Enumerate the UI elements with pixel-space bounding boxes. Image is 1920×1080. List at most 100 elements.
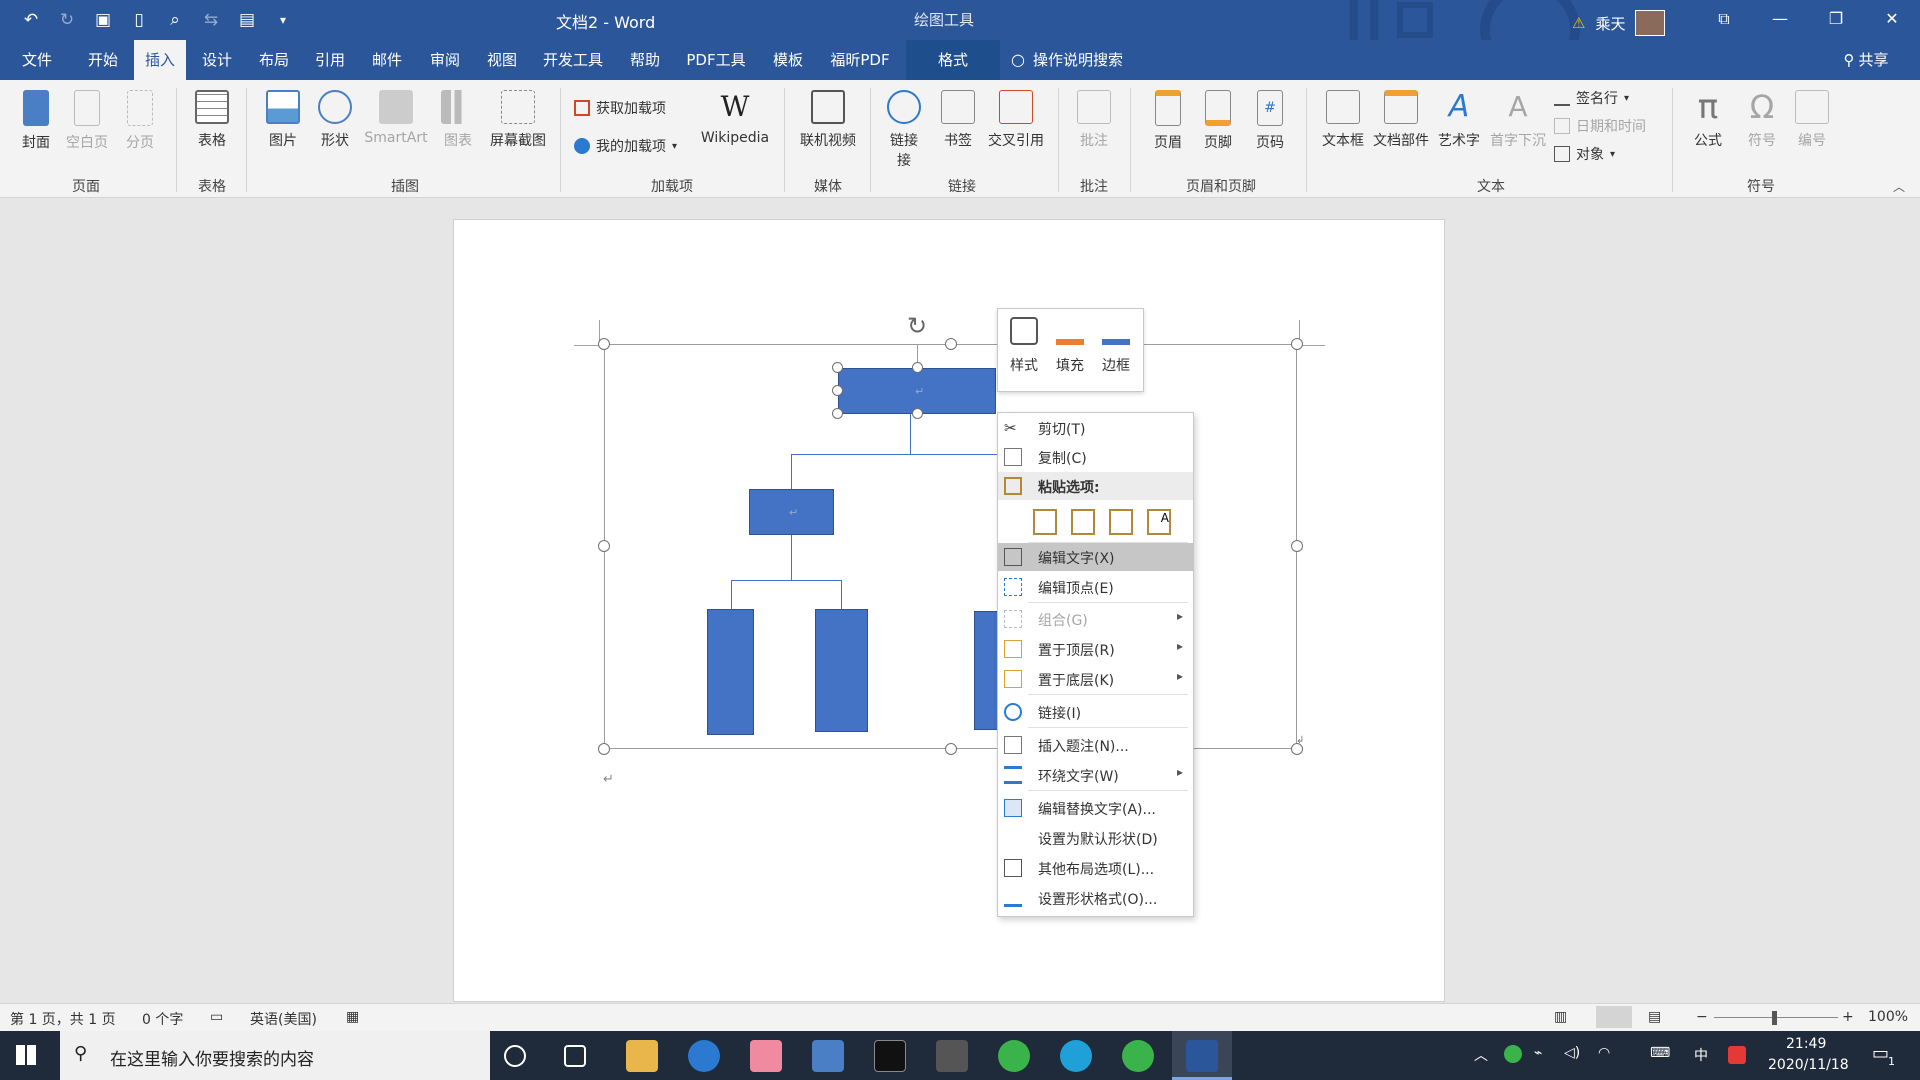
- restore-icon[interactable]: ❐: [1808, 0, 1864, 40]
- tab-references[interactable]: 引用: [306, 40, 354, 80]
- screenshot-button[interactable]: 屏幕截图: [484, 90, 552, 150]
- share-button[interactable]: ⚲ 共享: [1836, 40, 1896, 80]
- calculator-icon[interactable]: [936, 1040, 968, 1072]
- lightbulb-app-icon[interactable]: [688, 1040, 720, 1072]
- bottom-shape-middle[interactable]: [815, 609, 868, 732]
- customize-qat-icon[interactable]: ▾: [270, 7, 296, 33]
- tab-foxit-pdf[interactable]: 福昕PDF: [822, 40, 898, 80]
- shape-handle[interactable]: [832, 385, 843, 396]
- menu-edit-text[interactable]: 编辑文字(X): [998, 543, 1193, 571]
- clock-time[interactable]: 21:49: [1786, 1036, 1826, 1052]
- print-layout-icon[interactable]: [1596, 1006, 1632, 1028]
- canvas-handle[interactable]: [1291, 540, 1303, 552]
- wordart-button[interactable]: A 艺术字: [1434, 90, 1484, 150]
- drop-cap-button[interactable]: A 首字下沉: [1488, 90, 1548, 150]
- menu-copy[interactable]: 复制(C): [998, 443, 1193, 471]
- textbox-button[interactable]: 文本框: [1318, 90, 1368, 150]
- touch-mode-icon[interactable]: ⇆: [198, 7, 224, 33]
- macro-icon[interactable]: ▦: [346, 1009, 359, 1025]
- web-layout-icon[interactable]: ▤: [1648, 1009, 1661, 1025]
- zoom-in-icon[interactable]: +: [1842, 1009, 1854, 1025]
- shape-outline-button[interactable]: 边框: [1094, 317, 1138, 375]
- date-time-button[interactable]: 日期和时间: [1554, 116, 1646, 136]
- language[interactable]: 英语(美国): [250, 1009, 317, 1029]
- file-explorer-icon[interactable]: [626, 1040, 658, 1072]
- table-button[interactable]: 表格: [192, 90, 232, 150]
- user-area[interactable]: ⚠ 乘天: [1572, 10, 1666, 36]
- smartart-button[interactable]: SmartArt: [362, 90, 430, 146]
- canvas-handle[interactable]: [945, 338, 957, 350]
- avatar[interactable]: [1635, 10, 1666, 36]
- comment-button[interactable]: 批注: [1072, 90, 1116, 150]
- bottom-shape-left[interactable]: [707, 609, 754, 735]
- clock-date[interactable]: 2020/11/18: [1768, 1057, 1849, 1073]
- shape-handle[interactable]: [912, 408, 923, 419]
- new-doc-icon[interactable]: ▯: [126, 7, 152, 33]
- canvas-handle[interactable]: [598, 338, 610, 350]
- tab-design[interactable]: 设计: [192, 40, 242, 80]
- tab-insert[interactable]: 插入: [134, 40, 186, 80]
- undo-icon[interactable]: ↶: [18, 7, 44, 33]
- cross-reference-button[interactable]: 交叉引用: [982, 90, 1050, 150]
- word-count[interactable]: 0 个字: [142, 1009, 183, 1029]
- menu-wrap-text[interactable]: 环绕文字(W) ▸: [998, 761, 1193, 789]
- task-view-icon[interactable]: [564, 1045, 586, 1067]
- tray-network-icon[interactable]: ⌁: [1534, 1045, 1542, 1061]
- menu-bring-to-front[interactable]: 置于顶层(R) ▸: [998, 635, 1193, 663]
- windows-start-icon[interactable]: [16, 1045, 36, 1065]
- wifi-icon[interactable]: ◠: [1598, 1045, 1610, 1061]
- signature-line-button[interactable]: 签名行 ▾: [1554, 88, 1629, 108]
- print-preview-icon[interactable]: ⌕: [162, 7, 188, 33]
- menu-cut[interactable]: ✂ 剪切(T): [998, 414, 1193, 442]
- proofing-icon[interactable]: ▭: [210, 1009, 223, 1025]
- zoom-thumb[interactable]: [1772, 1011, 1777, 1025]
- page-break-button[interactable]: 分页: [120, 90, 160, 152]
- header-button[interactable]: 页眉: [1148, 90, 1188, 152]
- notification-icon[interactable]: ▭: [1872, 1043, 1889, 1064]
- rotate-handle-icon[interactable]: ↻: [902, 312, 932, 342]
- sogou-ime-icon[interactable]: [1728, 1046, 1746, 1064]
- tab-mailings[interactable]: 邮件: [362, 40, 412, 80]
- canvas-handle[interactable]: [598, 540, 610, 552]
- bilibili-icon[interactable]: [750, 1040, 782, 1072]
- online-video-button[interactable]: 联机视频: [796, 90, 860, 150]
- my-addins-button[interactable]: 我的加载项 ▾: [574, 136, 677, 156]
- word-taskbar-button[interactable]: [1172, 1031, 1232, 1080]
- get-addins-button[interactable]: 获取加载项: [574, 98, 666, 118]
- remote-desktop-icon[interactable]: [812, 1040, 844, 1072]
- browser-360-icon[interactable]: [998, 1040, 1030, 1072]
- canvas-handle[interactable]: [945, 743, 957, 755]
- shape-handle[interactable]: [832, 362, 843, 373]
- minimize-icon[interactable]: —: [1752, 0, 1808, 40]
- tab-format[interactable]: 格式: [906, 40, 1000, 80]
- page-count[interactable]: 第 1 页，共 1 页: [10, 1009, 116, 1029]
- shape-style-button[interactable]: 样式: [1002, 317, 1046, 375]
- bookmark-button[interactable]: 书签: [938, 90, 978, 150]
- picture-button[interactable]: 图片: [262, 90, 304, 150]
- tell-me-search[interactable]: ○ 操作说明搜索: [992, 40, 1142, 80]
- redo-icon[interactable]: ↻: [54, 7, 80, 33]
- canvas-handle[interactable]: [1291, 338, 1303, 350]
- volume-icon[interactable]: ◁): [1564, 1045, 1580, 1061]
- paste-merge-icon[interactable]: [1071, 509, 1095, 535]
- paste-text-only-icon[interactable]: A: [1147, 509, 1171, 535]
- menu-group[interactable]: 组合(G) ▸: [998, 605, 1193, 633]
- equation-button[interactable]: π 公式: [1688, 90, 1728, 150]
- chart-button[interactable]: 图表: [438, 90, 478, 150]
- tray-expand-icon[interactable]: ︿: [1474, 1045, 1488, 1065]
- blank-page-button[interactable]: 空白页: [64, 90, 110, 152]
- terminal-icon[interactable]: [874, 1040, 906, 1072]
- menu-alt-text[interactable]: 编辑替换文字(A)...: [998, 794, 1193, 822]
- menu-format-shape[interactable]: 设置形状格式(O)...: [998, 884, 1193, 912]
- paste-keep-source-icon[interactable]: [1033, 509, 1057, 535]
- collapse-ribbon-icon[interactable]: ︿: [1893, 178, 1905, 195]
- tab-help[interactable]: 帮助: [620, 40, 670, 80]
- ribbon-display-icon[interactable]: ⧉: [1696, 0, 1752, 40]
- zoom-out-icon[interactable]: −: [1696, 1009, 1708, 1025]
- cover-page-button[interactable]: 封面: [18, 90, 54, 152]
- tab-home[interactable]: 开始: [78, 40, 128, 80]
- canvas-handle[interactable]: [598, 743, 610, 755]
- zoom-level[interactable]: 100%: [1868, 1009, 1908, 1025]
- edge-icon[interactable]: [1060, 1040, 1092, 1072]
- paste-picture-icon[interactable]: [1109, 509, 1133, 535]
